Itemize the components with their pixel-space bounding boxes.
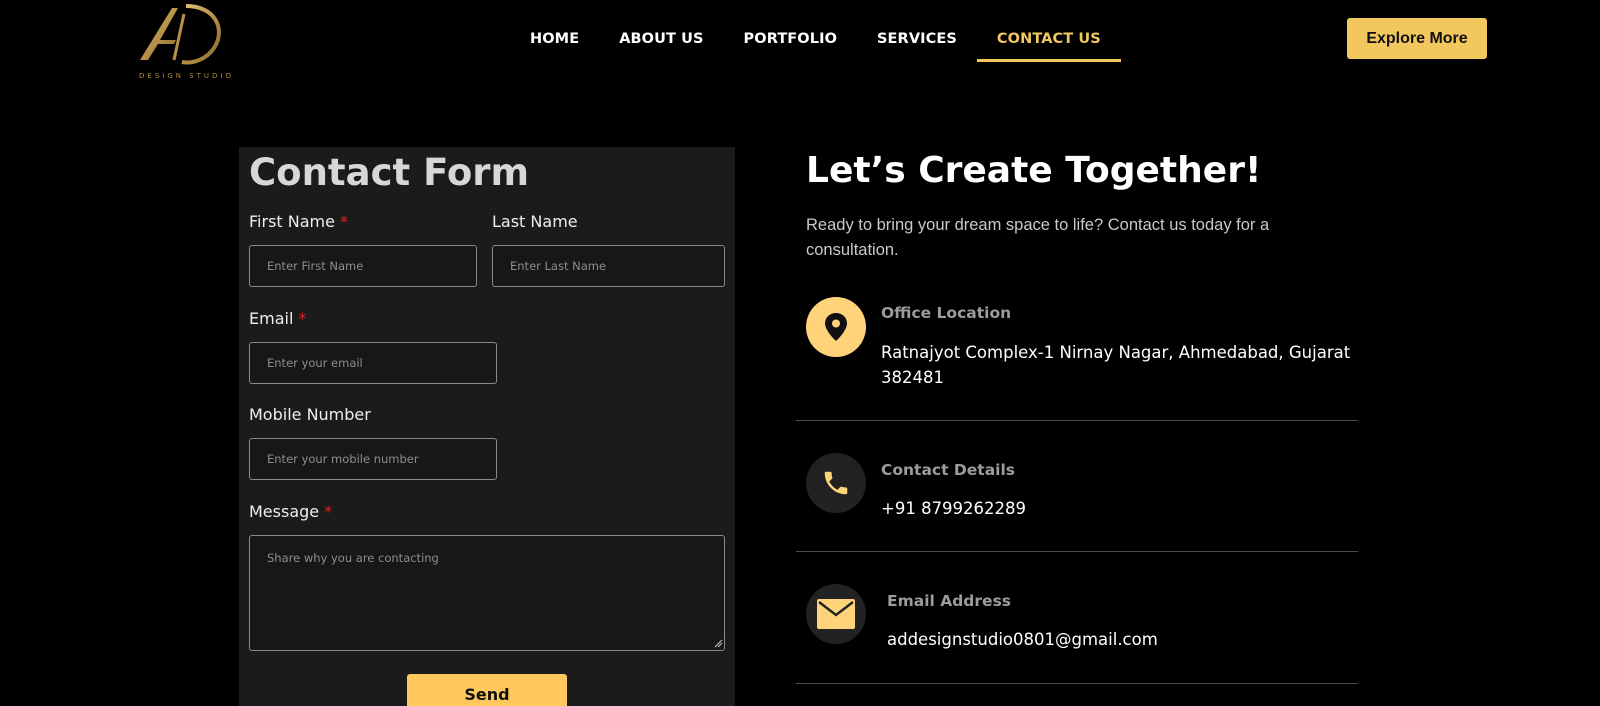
- required-mark: *: [298, 309, 307, 328]
- message-label-text: Message: [249, 502, 320, 521]
- first-name-input[interactable]: [249, 245, 477, 287]
- last-name-label: Last Name: [492, 212, 578, 231]
- brand-tagline: DESIGN STUDIO: [139, 72, 235, 80]
- resize-grip-icon[interactable]: [713, 638, 723, 648]
- nav-item-contact-us[interactable]: CONTACT US: [976, 0, 1121, 62]
- nav-item-services[interactable]: SERVICES: [857, 0, 977, 62]
- email-address-value[interactable]: addesignstudio0801@gmail.com: [887, 627, 1158, 652]
- last-name-input[interactable]: [492, 245, 725, 287]
- contact-details-title: Contact Details: [881, 461, 1016, 479]
- explore-more-button[interactable]: Explore More: [1347, 18, 1487, 59]
- phone-number-value[interactable]: +91 8799262289: [881, 496, 1026, 521]
- required-mark: *: [324, 502, 333, 521]
- first-name-label-text: First Name: [249, 212, 335, 231]
- office-location-value: Ratnajyot Complex-1 Nirnay Nagar, Ahmeda…: [881, 343, 1351, 387]
- section-description: Ready to bring your dream space to life?…: [806, 216, 1270, 259]
- email-icon-badge: [806, 584, 866, 644]
- phone-icon-badge: [806, 453, 866, 513]
- section-title: Let’s Create Together!: [806, 150, 1262, 191]
- logo-mark-icon: [140, 4, 221, 65]
- phone-icon: [824, 471, 848, 495]
- main-nav: HOME ABOUT US PORTFOLIO SERVICES CONTACT…: [510, 0, 1121, 62]
- location-pin-icon: [825, 313, 847, 341]
- send-button[interactable]: Send: [407, 674, 567, 706]
- email-label: Email *: [249, 309, 306, 328]
- email-input[interactable]: [249, 342, 497, 384]
- form-title: Contact Form: [249, 151, 530, 194]
- required-mark: *: [339, 212, 348, 231]
- mobile-number-label: Mobile Number: [249, 405, 371, 424]
- nav-item-about-us[interactable]: ABOUT US: [599, 0, 723, 62]
- envelope-icon: [817, 599, 855, 629]
- nav-item-portfolio[interactable]: PORTFOLIO: [724, 0, 857, 62]
- mobile-number-input[interactable]: [249, 438, 497, 480]
- message-label: Message *: [249, 502, 332, 521]
- email-address-title: Email Address: [887, 592, 1012, 610]
- office-location-title: Office Location: [881, 304, 1012, 322]
- message-textarea[interactable]: [249, 535, 725, 651]
- location-icon-badge: [806, 297, 866, 357]
- divider: [796, 551, 1358, 552]
- nav-item-home[interactable]: HOME: [510, 0, 599, 62]
- brand-logo[interactable]: DESIGN STUDIO: [138, 0, 231, 84]
- divider: [796, 420, 1358, 421]
- first-name-label: First Name *: [249, 212, 348, 231]
- divider: [796, 683, 1358, 684]
- contact-form-panel: Contact Form First Name* Last Name Email…: [239, 147, 735, 706]
- email-label-text: Email: [249, 309, 294, 328]
